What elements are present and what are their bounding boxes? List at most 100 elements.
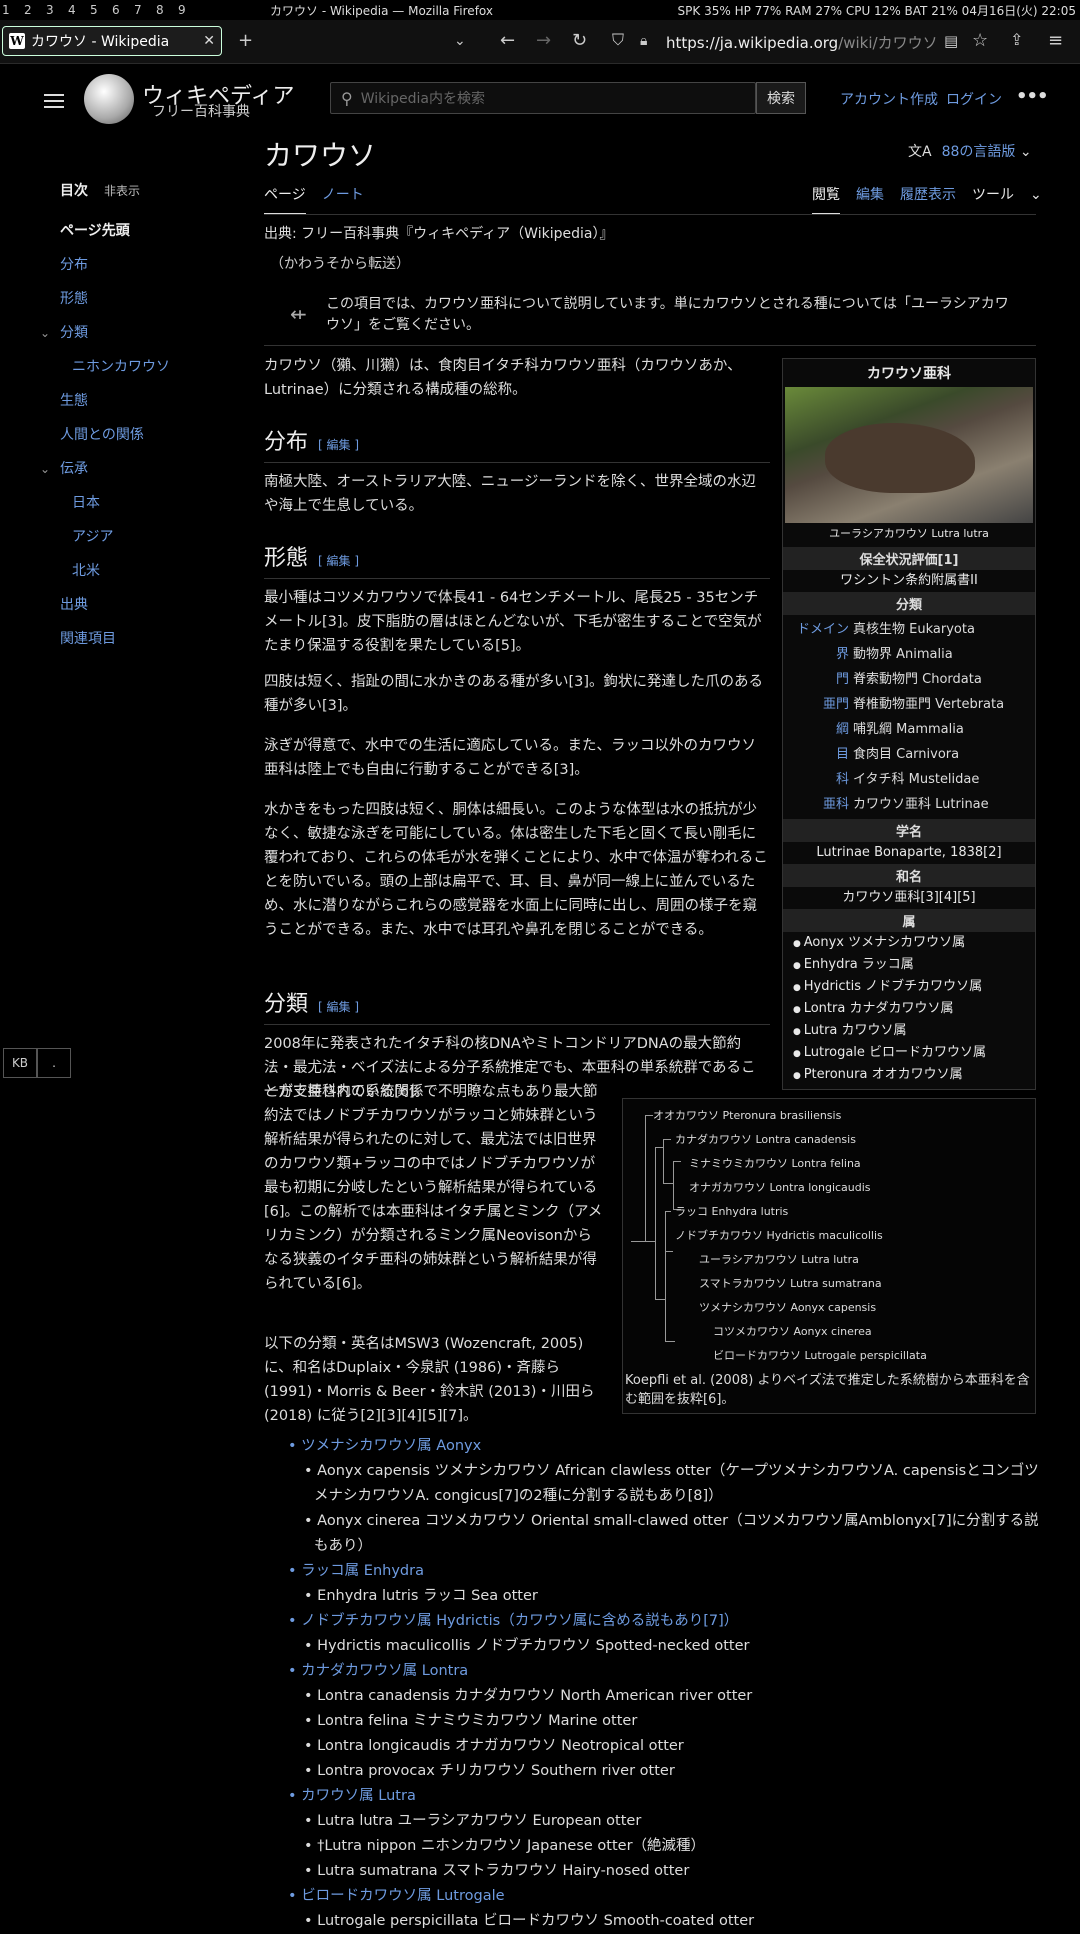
reload-icon[interactable]: ↻	[572, 30, 587, 51]
rank-label[interactable]: ドメイン	[783, 618, 853, 637]
tab-list-chevron-icon[interactable]: ⌄	[454, 33, 466, 49]
browser-tab[interactable]: W カワウソ - Wikipedia ✕	[2, 26, 222, 56]
rank-label[interactable]: 亜科	[783, 793, 853, 812]
menu-icon[interactable]: ≡	[1048, 30, 1063, 51]
species-list-item[interactable]: †Lutra nippon ニホンカワウソ Japanese otter（絶滅種…	[280, 1834, 1040, 1859]
rank-value[interactable]: 真核生物 Eukaryota	[853, 618, 975, 637]
toc-item-asia[interactable]: アジア	[60, 520, 240, 554]
toc-item-classification[interactable]: ⌄ 分類	[40, 316, 240, 350]
genus-item[interactable]: Lutra カワウソ属	[793, 1020, 1035, 1042]
tab-talk[interactable]: ノート	[322, 187, 364, 203]
reader-view-icon[interactable]: ▤	[944, 32, 958, 50]
workspace-4[interactable]: 4	[68, 3, 90, 17]
toc-item-ecology[interactable]: 生態	[60, 384, 240, 418]
tab-read[interactable]: 閲覧	[812, 187, 840, 215]
tab-tools[interactable]: ツール	[972, 187, 1014, 203]
genus-item[interactable]: Lontra カナダカワウソ属	[793, 998, 1035, 1020]
genus-list-item[interactable]: カナダカワウソ属 Lontra	[280, 1659, 1040, 1684]
back-icon[interactable]: ←	[500, 30, 515, 51]
search-button[interactable]: 検索	[756, 82, 806, 114]
species-list-item[interactable]: Hydrictis maculicollis ノドブチカワウソ Spotted-…	[280, 1634, 1040, 1659]
toc-item-sources[interactable]: 出典	[60, 588, 240, 622]
rank-value[interactable]: 脊索動物門 Chordata	[853, 668, 982, 687]
toc-item-morphology[interactable]: 形態	[60, 282, 240, 316]
toc-item-related[interactable]: 関連項目	[60, 622, 240, 656]
workspace-7[interactable]: 7	[134, 3, 156, 17]
edit-section-link[interactable]: [ 編集 ]	[318, 554, 359, 568]
species-list-item[interactable]: Lutra sumatrana スマトラカワウソ Hairy-nosed ott…	[280, 1859, 1040, 1884]
status-value[interactable]: ワシントン条約附属書II	[783, 570, 1035, 592]
language-button[interactable]: 文A 88の言語版 ⌄	[908, 141, 1032, 161]
edit-section-link[interactable]: [ 編集 ]	[318, 438, 359, 452]
otter-photo[interactable]	[785, 387, 1033, 523]
workspace-list[interactable]: 1 2 3 4 5 6 7 8 9	[2, 3, 200, 17]
rank-value[interactable]: 脊椎動物亜門 Vertebrata	[853, 693, 1004, 712]
species-list-item[interactable]: Enhydra lutris ラッコ Sea otter	[280, 1584, 1040, 1609]
genus-item[interactable]: Hydrictis ノドブチカワウソ属	[793, 976, 1035, 998]
main-menu-icon[interactable]	[44, 90, 64, 112]
genus-item[interactable]: Enhydra ラッコ属	[793, 954, 1035, 976]
rank-value[interactable]: 食肉目 Carnivora	[853, 743, 959, 762]
rank-value[interactable]: 動物界 Animalia	[853, 643, 953, 662]
genus-item[interactable]: Aonyx ツメナシカワウソ属	[793, 932, 1035, 954]
wikipedia-logo[interactable]	[84, 74, 134, 124]
toc-item-north-america[interactable]: 北米	[60, 554, 240, 588]
species-list-item[interactable]: Lontra canadensis カナダカワウソ North American…	[280, 1684, 1040, 1709]
species-list-item[interactable]: Lutra lutra ユーラシアカワウソ European otter	[280, 1809, 1040, 1834]
toc-item-nihon-kawauso[interactable]: ニホンカワウソ	[60, 350, 240, 384]
species-list-item[interactable]: Lontra felina ミナミウミカワウソ Marine otter	[280, 1709, 1040, 1734]
extensions-icon[interactable]: ⇪	[1010, 30, 1023, 49]
rank-value[interactable]: カワウソ亜科 Lutrinae	[853, 793, 989, 812]
url-bar[interactable]: https://ja.wikipedia.org/wiki/カワウソ	[666, 32, 938, 53]
bookmark-star-icon[interactable]: ☆	[972, 30, 988, 51]
rank-value[interactable]: イタチ科 Mustelidae	[853, 768, 979, 787]
genus-list-item[interactable]: ツメナシカワウソ属 Aonyx	[280, 1434, 1040, 1459]
workspace-5[interactable]: 5	[90, 3, 112, 17]
login-link[interactable]: ログイン	[946, 89, 1002, 109]
genus-list-item[interactable]: ビロードカワウソ属 Lutrogale	[280, 1884, 1040, 1909]
new-tab-icon[interactable]: +	[238, 30, 253, 51]
genus-item[interactable]: Lutrogale ビロードカワウソ属	[793, 1042, 1035, 1064]
species-list-item[interactable]: Lontra longicaudis オナガカワウソ Neotropical o…	[280, 1734, 1040, 1759]
genus-list-item[interactable]: カワウソ属 Lutra	[280, 1784, 1040, 1809]
rank-label[interactable]: 目	[783, 743, 853, 762]
species-list-item[interactable]: Aonyx cinerea コツメカワウソ Oriental small-cla…	[280, 1509, 1040, 1559]
species-list-item[interactable]: Aonyx capensis ツメナシカワウソ African clawless…	[280, 1459, 1040, 1509]
chevron-down-icon[interactable]: ⌄	[40, 316, 50, 350]
workspace-1[interactable]: 1	[2, 3, 24, 17]
workspace-2[interactable]: 2	[24, 3, 46, 17]
toc-item-folklore[interactable]: ⌄ 伝承	[40, 452, 240, 486]
toc-item-human-relations[interactable]: 人間との関係	[60, 418, 240, 452]
close-tab-icon[interactable]: ✕	[203, 33, 215, 49]
rank-label[interactable]: 界	[783, 643, 853, 662]
rank-label[interactable]: 門	[783, 668, 853, 687]
workspace-6[interactable]: 6	[112, 3, 134, 17]
species-list-item[interactable]: Lutrogale perspicillata ビロードカワウソ Smooth-…	[280, 1909, 1040, 1934]
workspace-3[interactable]: 3	[46, 3, 68, 17]
species-list-item[interactable]: Lontra provocax チリカワウソ Southern river ot…	[280, 1759, 1040, 1784]
create-account-link[interactable]: アカウント作成	[840, 89, 938, 109]
workspace-9[interactable]: 9	[178, 3, 200, 17]
genus-list-item[interactable]: ノドブチカワウソ属 Hydrictis（カワウソ属に含める説もあり[7]）	[280, 1609, 1040, 1634]
more-options-icon[interactable]: •••	[1016, 86, 1049, 107]
edit-section-link[interactable]: [ 編集 ]	[318, 1000, 359, 1014]
toc-item-top[interactable]: ページ先頭	[60, 214, 240, 248]
chevron-down-icon[interactable]: ⌄	[1030, 187, 1042, 203]
rank-label[interactable]: 亜門	[783, 693, 853, 712]
chevron-down-icon[interactable]: ⌄	[40, 452, 50, 486]
rank-label[interactable]: 科	[783, 768, 853, 787]
toc-hide-button[interactable]: 非表示	[104, 182, 140, 199]
toc-item-japan[interactable]: 日本	[60, 486, 240, 520]
tab-page[interactable]: ページ	[264, 187, 306, 215]
search-input[interactable]: ⚲ Wikipedia内を検索	[330, 82, 756, 114]
toc-item-distribution[interactable]: 分布	[60, 248, 240, 282]
rank-label[interactable]: 綱	[783, 718, 853, 737]
rank-value[interactable]: 哺乳綱 Mammalia	[853, 718, 964, 737]
genus-list-item[interactable]: ラッコ属 Enhydra	[280, 1559, 1040, 1584]
shield-icon[interactable]: ⛉	[612, 30, 624, 50]
tab-edit[interactable]: 編集	[856, 187, 884, 203]
genus-item[interactable]: Pteronura オオカワウソ属	[793, 1064, 1035, 1086]
tab-history[interactable]: 履歴表示	[900, 187, 956, 203]
lock-icon[interactable]: 🔒︎	[640, 33, 647, 49]
workspace-8[interactable]: 8	[156, 3, 178, 17]
